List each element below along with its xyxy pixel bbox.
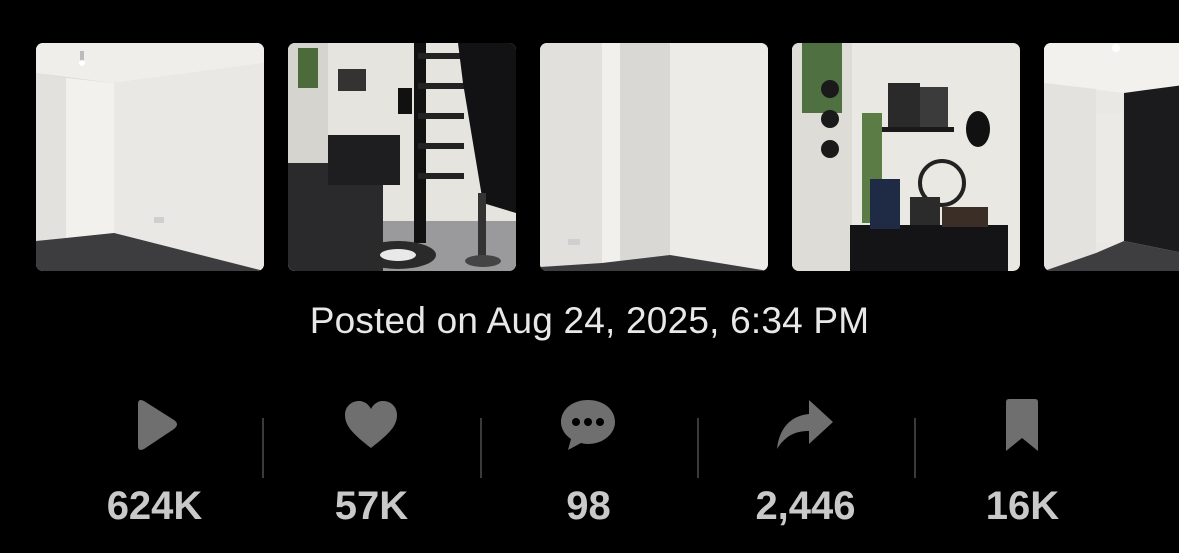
empty-corner-photo <box>540 43 768 271</box>
empty-room-photo <box>36 43 264 271</box>
share-icon <box>775 396 835 456</box>
heart-icon <box>341 396 401 456</box>
stat-likes[interactable]: 57K <box>263 396 480 536</box>
views-count: 624K <box>106 484 203 528</box>
stat-shares[interactable]: 2,446 <box>697 396 914 536</box>
comments-count: 98 <box>566 484 611 528</box>
comment-icon <box>558 396 618 456</box>
hallway-dark-wall-photo <box>1044 43 1179 271</box>
photo-carousel[interactable] <box>0 43 1179 271</box>
saves-count: 16K <box>985 484 1060 528</box>
furnished-bedroom-photo <box>288 43 516 271</box>
thumbnail-1[interactable] <box>36 43 264 271</box>
stat-views[interactable]: 624K <box>46 396 263 536</box>
thumbnail-4[interactable] <box>792 43 1020 271</box>
thumbnail-2[interactable] <box>288 43 516 271</box>
likes-count: 57K <box>334 484 409 528</box>
stats-bar: 624K 57K 98 2,446 16K <box>46 396 1131 536</box>
shares-count: 2,446 <box>755 484 856 528</box>
desk-decor-photo <box>792 43 1020 271</box>
bookmark-icon <box>992 396 1052 456</box>
stat-saves[interactable]: 16K <box>914 396 1131 536</box>
posted-date: Posted on Aug 24, 2025, 6:34 PM <box>309 300 870 341</box>
thumbnail-3[interactable] <box>540 43 768 271</box>
thumbnail-5[interactable] <box>1044 43 1179 271</box>
stat-comments[interactable]: 98 <box>480 396 697 536</box>
play-icon <box>124 396 184 456</box>
